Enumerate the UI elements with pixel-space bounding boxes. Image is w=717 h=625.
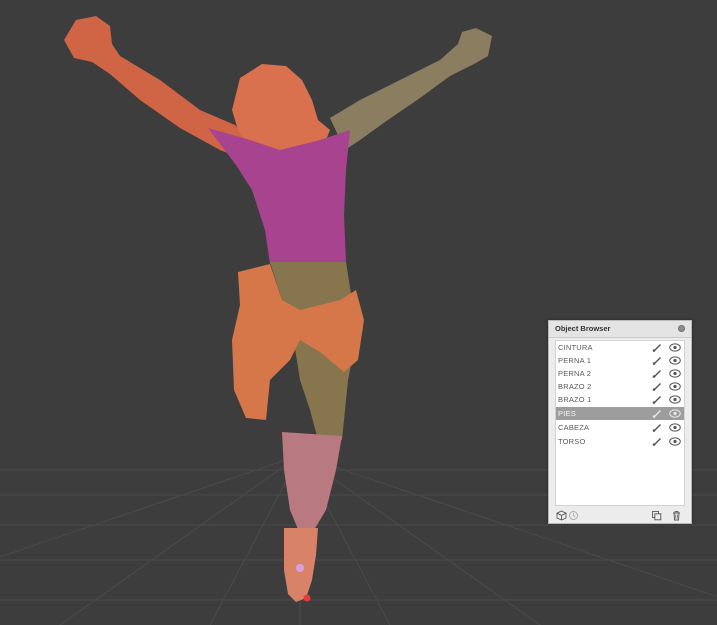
object-row-perna-2[interactable]: PERNA 2 <box>556 367 684 380</box>
object-row-pies[interactable]: PIES <box>556 407 684 420</box>
brush-icon[interactable] <box>651 422 662 433</box>
eye-icon[interactable] <box>669 369 681 378</box>
object-label: CABEZA <box>558 423 590 432</box>
eye-icon[interactable] <box>669 356 681 365</box>
object-label: BRAZO 1 <box>558 395 592 404</box>
object-row-cintura[interactable]: CINTURA <box>556 341 684 354</box>
brush-icon[interactable] <box>651 394 662 405</box>
object-label: PERNA 2 <box>558 369 592 378</box>
panel-footer <box>549 508 691 523</box>
sculpture-model <box>64 16 492 602</box>
brush-icon[interactable] <box>651 355 662 366</box>
brush-icon[interactable] <box>651 381 662 392</box>
eye-icon[interactable] <box>669 409 681 418</box>
eye-icon[interactable] <box>669 343 681 352</box>
object-label: TORSO <box>558 437 586 446</box>
shins <box>282 432 342 534</box>
object-row-cabeza[interactable]: CABEZA <box>556 421 684 434</box>
object-row-perna-1[interactable]: PERNA 1 <box>556 354 684 367</box>
eye-icon[interactable] <box>669 395 681 404</box>
history-icon[interactable] <box>568 510 579 521</box>
marker-purple <box>296 564 304 572</box>
brush-icon[interactable] <box>651 436 662 447</box>
trash-icon[interactable] <box>671 510 682 521</box>
brush-icon[interactable] <box>651 408 662 419</box>
object-list: CINTURA PERNA 1 PERNA 2 BRAZO 2 BRAZO 1 … <box>555 340 685 506</box>
eye-icon[interactable] <box>669 437 681 446</box>
brush-icon[interactable] <box>651 342 662 353</box>
duplicate-icon[interactable] <box>651 510 662 521</box>
panel-title: Object Browser <box>555 324 611 333</box>
object-row-brazo-2[interactable]: BRAZO 2 <box>556 380 684 393</box>
object-row-brazo-1[interactable]: BRAZO 1 <box>556 393 684 406</box>
object-row-torso[interactable]: TORSO <box>556 435 684 448</box>
eye-icon[interactable] <box>669 423 681 432</box>
eye-icon[interactable] <box>669 382 681 391</box>
arm-right <box>330 28 492 150</box>
3d-viewport[interactable] <box>0 0 717 625</box>
object-browser-panel: Object Browser CINTURA PERNA 1 PERNA 2 B… <box>548 320 692 524</box>
object-label: PERNA 1 <box>558 356 592 365</box>
object-label: BRAZO 2 <box>558 382 592 391</box>
marker-red <box>303 594 311 602</box>
panel-header: Object Browser <box>549 321 691 338</box>
object-label: PIES <box>558 409 576 418</box>
close-icon[interactable] <box>678 325 685 332</box>
object-label: CINTURA <box>558 343 593 352</box>
cube-icon[interactable] <box>556 510 567 521</box>
brush-icon[interactable] <box>651 368 662 379</box>
